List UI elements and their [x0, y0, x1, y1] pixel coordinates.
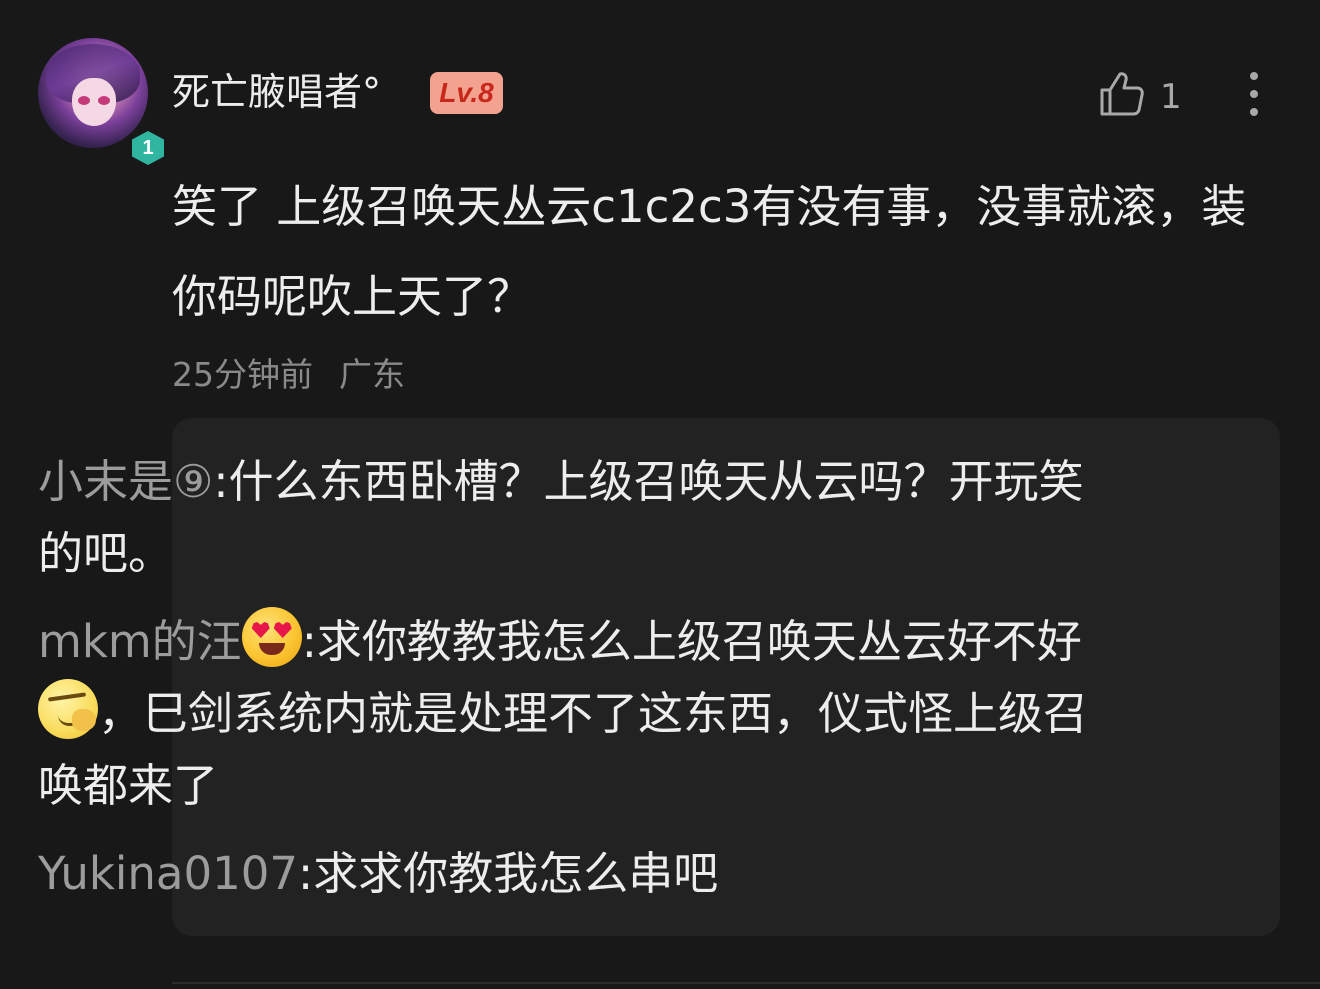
comment-item: 1 死亡腋唱者° Lv.8 1 笑了 上级召唤天丛云c1c2c3有没有事，没事就…	[0, 0, 1320, 989]
avatar-eye	[78, 96, 90, 105]
reply-item[interactable]: mkm的汪:求你教教我怎么上级召唤天丛云好不好 ，巳剑系统内就是处理不了这东西，仪…	[38, 606, 1088, 822]
reply-author[interactable]: mkm的汪	[38, 615, 242, 668]
avatar[interactable]: 1	[38, 38, 164, 165]
comment-meta: 25分钟前 广东	[172, 350, 405, 400]
reply-separator: :	[213, 455, 229, 508]
user-level-badge: Lv.8	[430, 72, 503, 114]
reply-item[interactable]: 小末是⑨:什么东西卧槽？上级召唤天从云吗？开玩笑的吧。	[38, 446, 1088, 590]
reply-separator: :	[298, 847, 314, 900]
comment-location: 广东	[339, 355, 405, 394]
comment-author[interactable]: 死亡腋唱者°	[172, 66, 381, 118]
reply-separator: :	[301, 615, 317, 668]
smirk-emoji-icon	[38, 679, 98, 739]
heart-eyes-emoji-icon	[241, 607, 302, 667]
comment-text: 笑了 上级召唤天丛云c1c2c3有没有事，没事就滚，装你码呢吹上天了？	[172, 180, 1247, 323]
comment-time: 25分钟前	[172, 355, 313, 394]
reply-text: 求求你教我怎么串吧	[313, 847, 719, 900]
avatar-eye	[98, 96, 110, 105]
divider	[172, 982, 1320, 984]
thumbs-up-icon[interactable]	[1098, 70, 1144, 118]
reply-text: 求你教教我怎么上级召唤天丛云好不好	[316, 615, 1082, 668]
avatar-level-badge: 1	[132, 131, 164, 165]
reply-author[interactable]: 小末是⑨	[38, 455, 213, 508]
reply-author[interactable]: Yukina0107	[38, 847, 298, 900]
reply-text: ，巳剑系统内就是处理不了这东西，仪式怪上级召唤都来了	[38, 687, 1089, 812]
reply-item[interactable]: Yukina0107:求求你教我怎么串吧	[38, 838, 1088, 910]
like-count: 1	[1160, 77, 1182, 117]
more-options-icon[interactable]	[1244, 68, 1264, 120]
